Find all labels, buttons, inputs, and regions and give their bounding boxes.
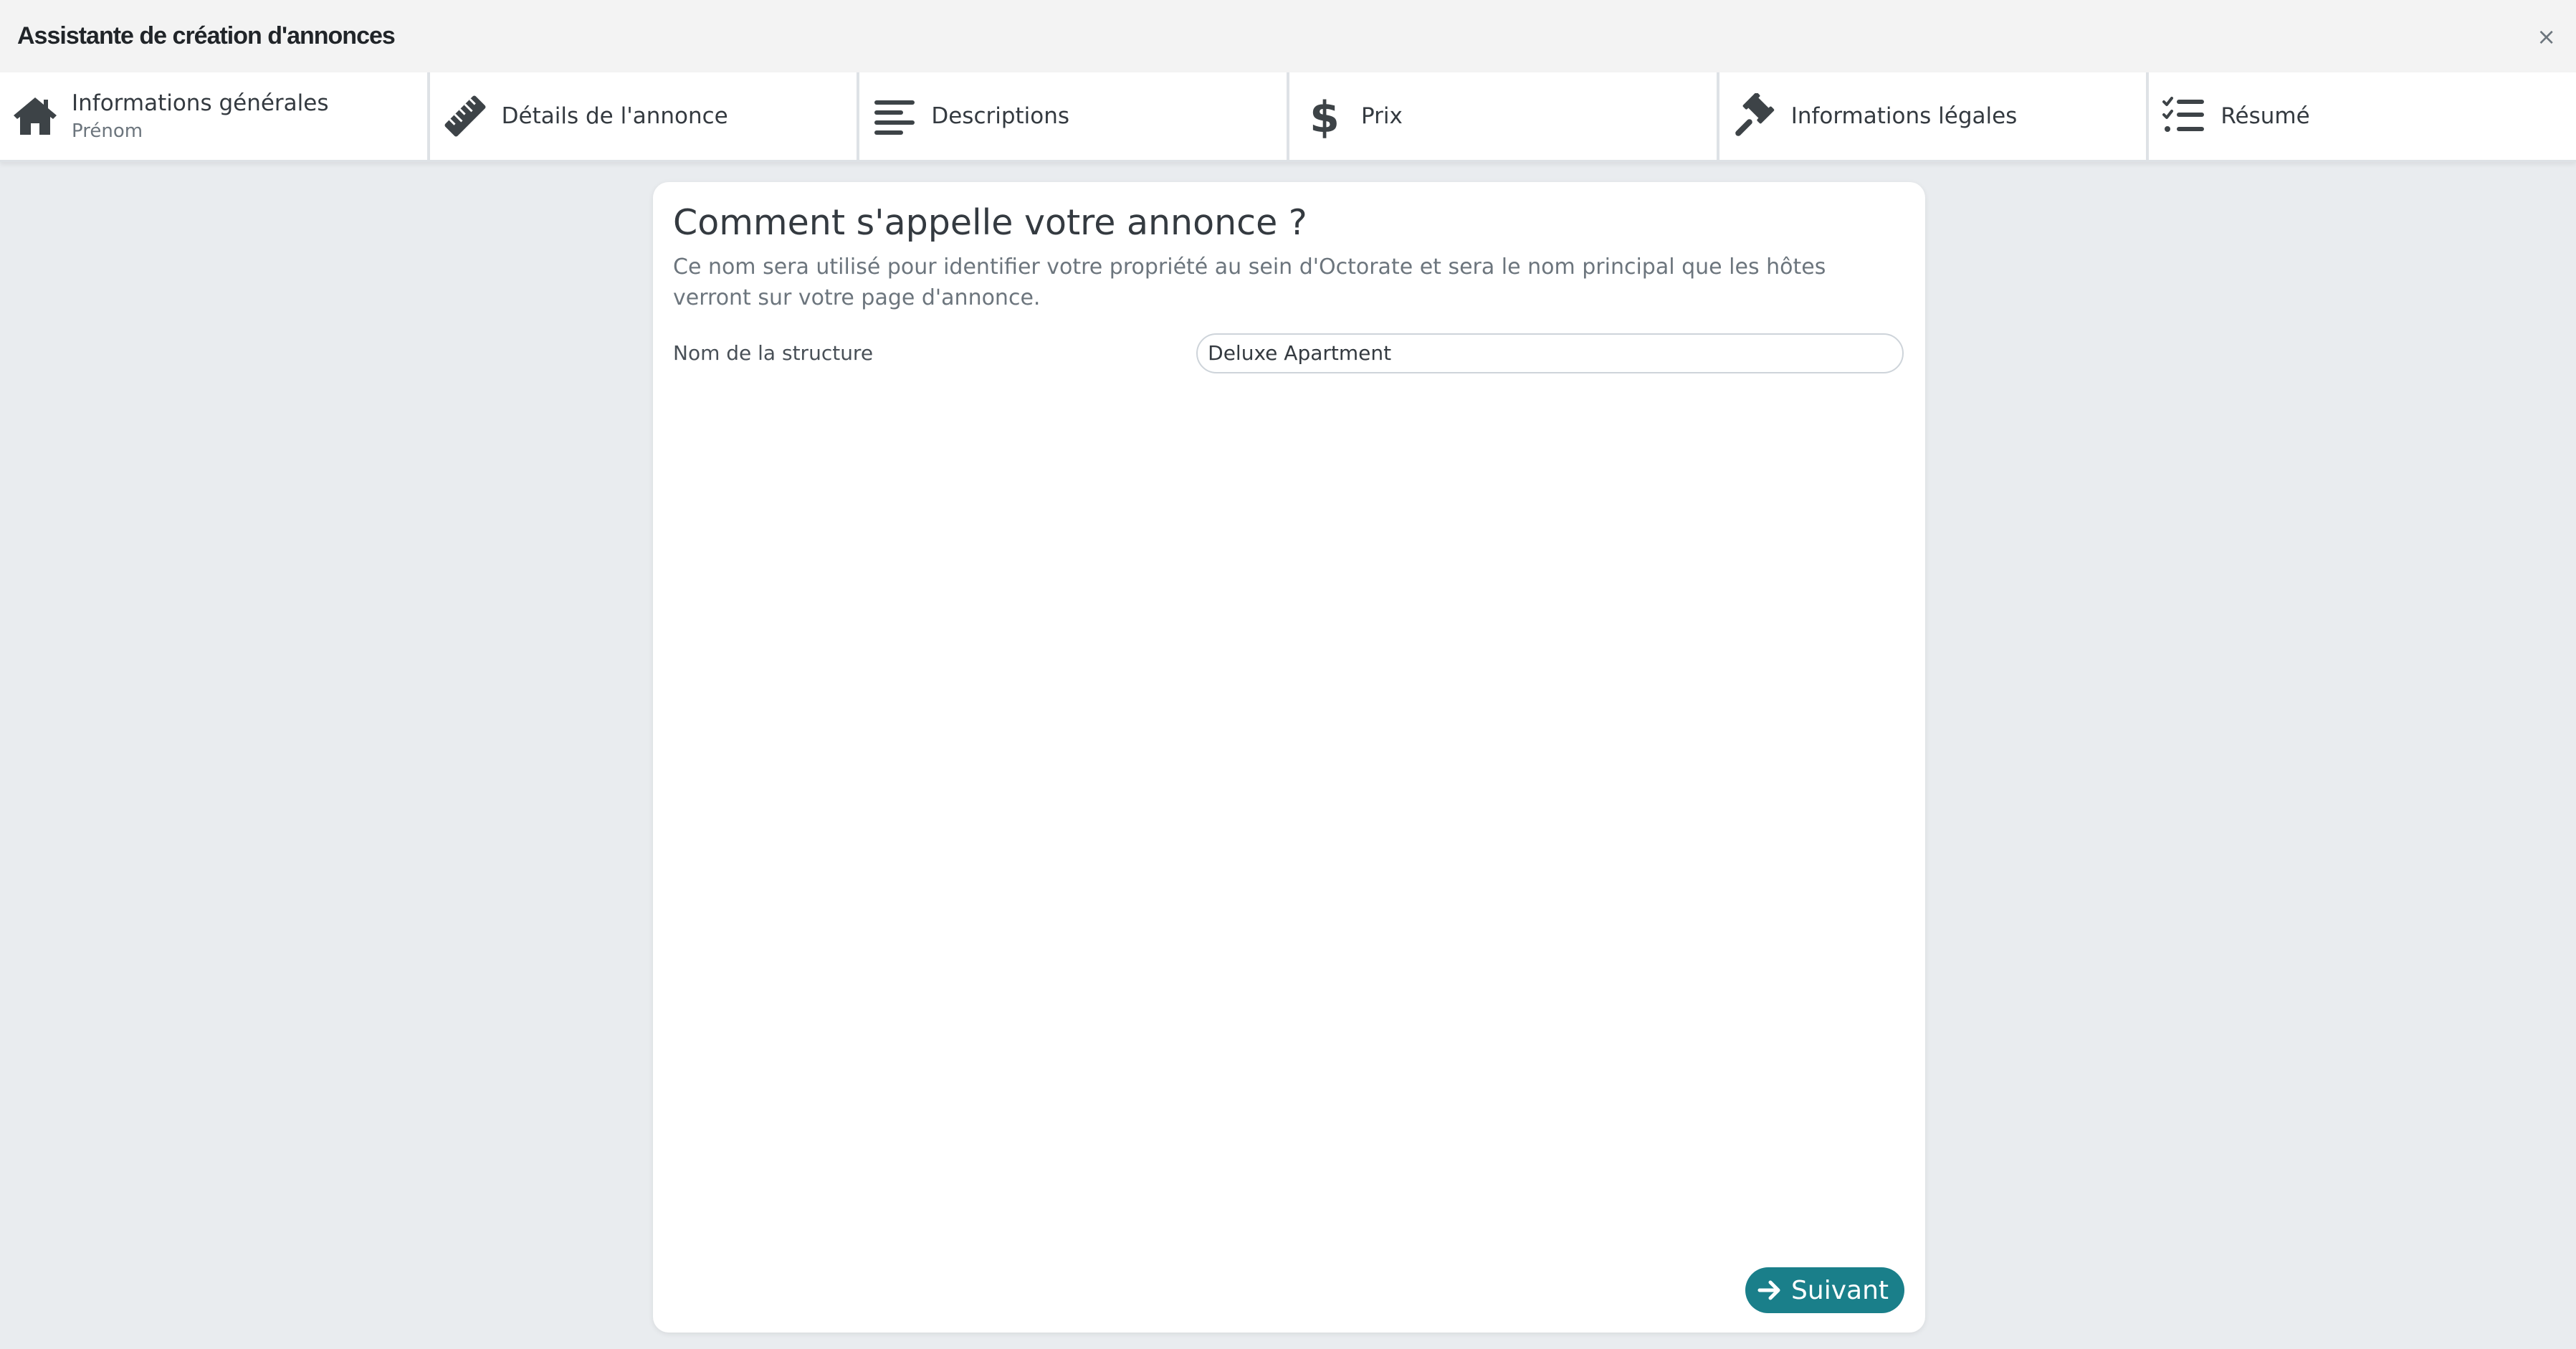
checklist-icon — [2159, 91, 2209, 141]
window-titlebar: Assistante de création d'annonces × — [0, 0, 2576, 72]
svg-text:$: $ — [1310, 93, 1340, 139]
arrow-right-icon — [1757, 1277, 1783, 1303]
step-label: Informations générales — [72, 90, 329, 116]
step-label: Informations légales — [1790, 103, 2018, 129]
gavel-icon — [1730, 91, 1780, 141]
close-icon[interactable]: × — [2537, 23, 2556, 50]
home-icon — [10, 91, 60, 141]
step-label: Détails de l'annonce — [501, 103, 728, 129]
structure-name-row: Nom de la structure — [673, 333, 1904, 373]
step-label: Descriptions — [931, 103, 1070, 129]
step-general-info[interactable]: Informations générales Prénom — [0, 72, 430, 160]
step-summary[interactable]: Résumé — [2149, 72, 2576, 160]
structure-name-label: Nom de la structure — [673, 341, 874, 366]
next-button[interactable]: Suivant — [1745, 1267, 1904, 1313]
step-label: Résumé — [2220, 103, 2310, 129]
step-label: Prix — [1361, 103, 1403, 129]
step-descriptions[interactable]: Descriptions — [859, 72, 1290, 160]
listing-name-card: Comment s'appelle votre annonce ? Ce nom… — [653, 182, 1925, 1333]
step-legal-info[interactable]: Informations légales — [1719, 72, 2150, 160]
step-price[interactable]: $ Prix — [1289, 72, 1719, 160]
ruler-icon — [440, 91, 490, 141]
wizard-steps: Informations générales Prénom Détails de… — [0, 72, 2576, 162]
page-title: Comment s'appelle votre annonce ? — [673, 202, 1307, 243]
page-description: Ce nom sera utilisé pour identifier votr… — [673, 254, 1826, 310]
next-button-label: Suivant — [1791, 1275, 1889, 1305]
align-left-icon — [869, 91, 920, 141]
step-sublabel: Prénom — [72, 120, 143, 142]
structure-name-input[interactable] — [1196, 333, 1904, 373]
dollar-icon: $ — [1299, 91, 1350, 141]
window-title: Assistante de création d'annonces — [17, 22, 396, 49]
step-listing-details[interactable]: Détails de l'annonce — [430, 72, 860, 160]
